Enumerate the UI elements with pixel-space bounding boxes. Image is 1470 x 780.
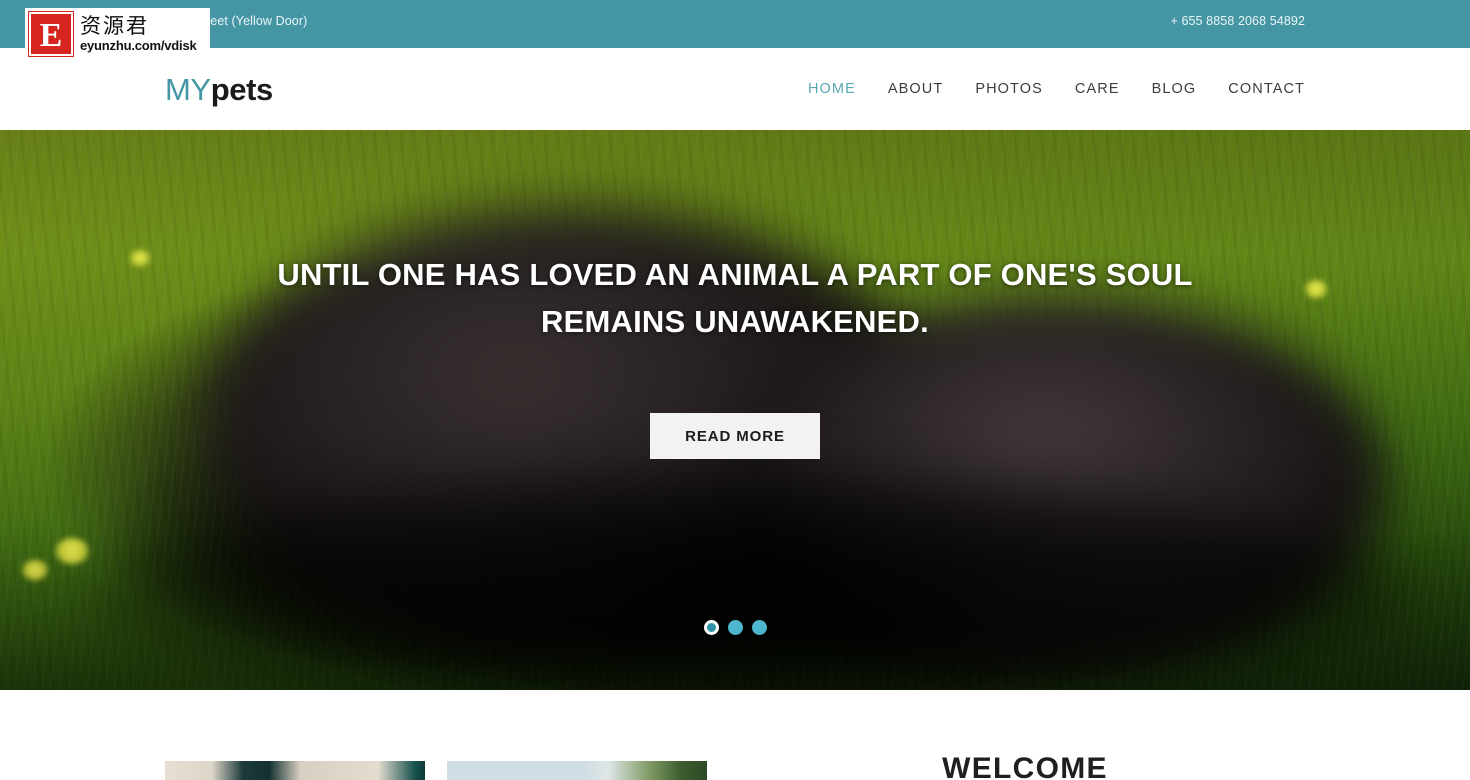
main-navigation: HOME ABOUT PHOTOS CARE BLOG CONTACT [792,75,1305,103]
welcome-section: WELCOME [0,690,1470,780]
site-logo-primary: MY [165,71,211,107]
nav-item-home[interactable]: HOME [792,75,872,103]
welcome-thumbnail-2[interactable] [447,761,707,780]
contact-phone: + 655 8858 2068 54892 [1170,14,1305,28]
watermark-e-badge-icon: E [28,11,74,57]
site-logo-secondary: pets [210,71,274,107]
nav-item-blog[interactable]: BLOG [1136,75,1213,103]
hero-headline: UNTIL ONE HAS LOVED AN ANIMAL A PART OF … [277,257,1193,339]
nav-item-photos[interactable]: PHOTOS [959,75,1059,103]
hero-content: UNTIL ONE HAS LOVED AN ANIMAL A PART OF … [0,130,1470,690]
nav-item-contact[interactable]: CONTACT [1212,75,1305,103]
site-header: MYpets HOME ABOUT PHOTOS CARE BLOG CONTA… [0,48,1470,130]
welcome-heading: WELCOME [942,752,1108,780]
welcome-section-inner: WELCOME [165,690,1305,780]
top-info-bar: Polo Street (Yellow Door) + 655 8858 206… [0,0,1470,48]
watermark-chinese-label: 资源君 [80,14,149,39]
watermark-url-label: eyunzhu.com/vdisk [80,37,197,53]
read-more-button[interactable]: READ MORE [650,413,820,459]
watermark-text-block: 资源君 eyunzhu.com/vdisk [80,14,197,53]
top-info-bar-inner: Polo Street (Yellow Door) + 655 8858 206… [165,0,1305,48]
welcome-thumbnail-1[interactable] [165,761,425,780]
site-header-inner: MYpets HOME ABOUT PHOTOS CARE BLOG CONTA… [165,48,1305,130]
hero-slider: UNTIL ONE HAS LOVED AN ANIMAL A PART OF … [0,130,1470,690]
site-logo[interactable]: MYpets [165,74,273,105]
nav-item-about[interactable]: ABOUT [872,75,959,103]
watermark-overlay: E 资源君 eyunzhu.com/vdisk [25,8,210,60]
nav-item-care[interactable]: CARE [1059,75,1136,103]
welcome-thumbnail-gallery [165,761,707,780]
